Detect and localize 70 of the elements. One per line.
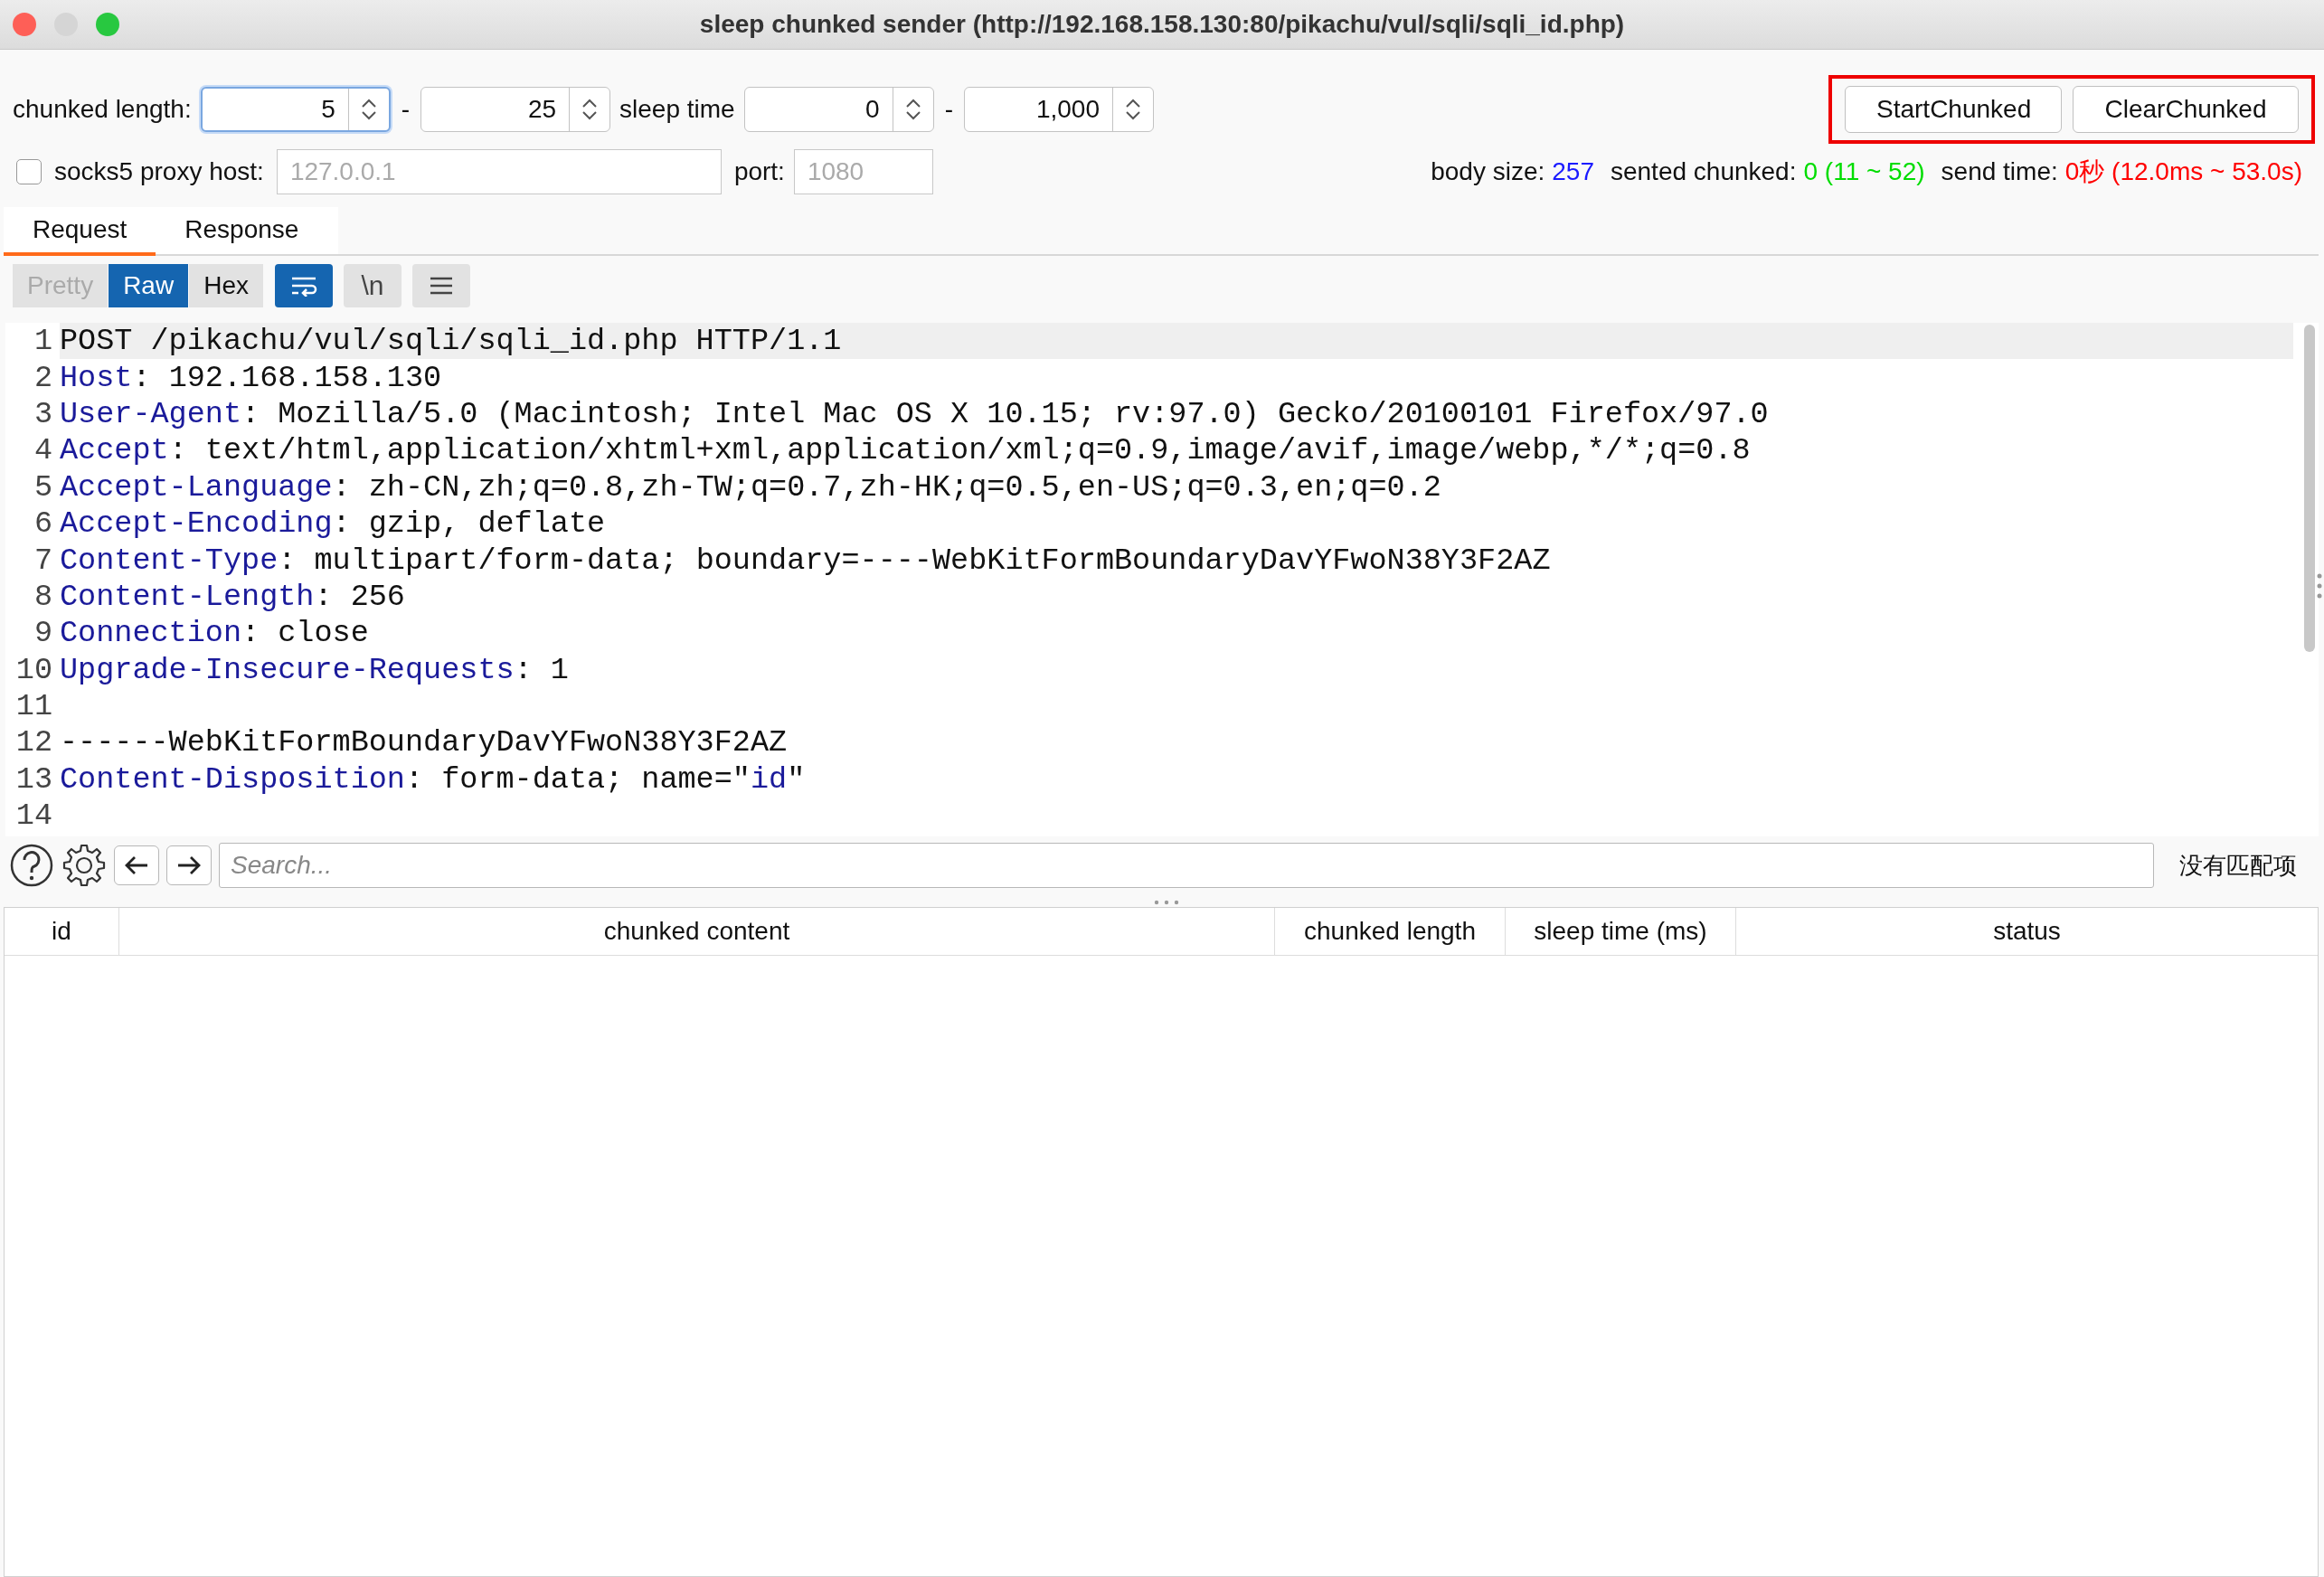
- stat-value: 0 (11 ~ 52): [1803, 157, 1925, 186]
- code-line: Accept-Encoding: gzip, deflate: [60, 506, 606, 542]
- view-mode-tab[interactable]: Raw: [109, 264, 190, 307]
- help-icon[interactable]: [9, 843, 54, 888]
- line-number: 14: [14, 798, 53, 834]
- line-number: 10: [14, 652, 53, 687]
- code-line: Upgrade-Insecure-Requests: 1: [60, 652, 569, 687]
- range-separator: -: [944, 95, 953, 124]
- action-button[interactable]: StartChunked: [1845, 86, 2062, 133]
- resize-handle-icon[interactable]: [2317, 572, 2322, 600]
- menu-icon[interactable]: [411, 264, 470, 307]
- spinner-field[interactable]: 1,000: [964, 87, 1154, 132]
- line-number: 13: [14, 761, 53, 797]
- search-result-text: 没有匹配项: [2179, 850, 2297, 881]
- spinner-field[interactable]: 0: [743, 87, 934, 132]
- code-line: Content-Length: 256: [60, 579, 405, 614]
- column-header[interactable]: sleep time (ms): [1506, 908, 1736, 955]
- code-line: Host: 192.168.158.130: [60, 360, 442, 395]
- line-number: 11: [14, 689, 53, 724]
- proxy-host-field[interactable]: 127.0.0.1: [276, 149, 722, 194]
- settings-icon[interactable]: [61, 843, 107, 888]
- sleep-time-label: sleep time: [619, 95, 735, 124]
- newline-toggle[interactable]: \n: [343, 264, 402, 307]
- code-line: POST /pikachu/vul/sqli/sqli_id.php HTTP/1.1: [60, 324, 842, 359]
- stat-value: 0秒 (12.0ms ~ 53.0s): [2064, 156, 2302, 187]
- line-number: 4: [33, 433, 53, 468]
- right-arrow-icon: [176, 855, 201, 875]
- code-line: Connection: close: [60, 616, 369, 651]
- stat-label: sented chunked:: [1610, 157, 1797, 186]
- code-line: Accept-Language: zh-CN,zh;q=0.8,zh-TW;q=0.7,zh-HK;q=0.5,en-US;q=0.3,en;q=0.2: [60, 469, 1441, 505]
- range-separator: -: [401, 95, 411, 124]
- column-header[interactable]: chunked length: [1275, 908, 1506, 955]
- search-field[interactable]: Search...: [219, 843, 2154, 888]
- forward-button[interactable]: [166, 845, 212, 885]
- line-number: 6: [33, 506, 53, 542]
- proxy-host-label: socks5 proxy host:: [54, 157, 264, 186]
- window-title: sleep chunked sender (http://192.168.158.130:80/pikachu/vul/sqli/sqli_id.php): [699, 10, 1625, 39]
- line-number: 7: [33, 543, 53, 578]
- spinner-field[interactable]: 5: [200, 87, 391, 132]
- word-wrap-icon[interactable]: [274, 264, 333, 307]
- code-line: ------WebKitFormBoundaryDavYFwoN38Y3F2AZ: [60, 725, 788, 760]
- code-line: User-Agent: Mozilla/5.0 (Macintosh; Intel Mac OS X 10.15; rv:97.0) Gecko/20100101 Firefox/97.0: [60, 396, 1769, 431]
- line-number: 12: [14, 725, 53, 760]
- line-number: 9: [33, 616, 53, 651]
- port-field[interactable]: 1080: [793, 149, 933, 194]
- line-number: 3: [33, 396, 53, 431]
- line-number: 5: [33, 469, 53, 505]
- scrollbar-thumb[interactable]: [2304, 325, 2315, 652]
- line-number: 8: [33, 579, 53, 614]
- chunked-length-label: chunked length:: [13, 95, 192, 124]
- left-arrow-icon: [125, 855, 149, 875]
- line-number: 1: [33, 324, 53, 359]
- checkbox[interactable]: [16, 159, 42, 184]
- spinner-field[interactable]: 25: [420, 87, 611, 132]
- stat-value: 257: [1552, 157, 1594, 186]
- stat-label: body size:: [1431, 157, 1545, 186]
- line-number: 2: [33, 360, 53, 395]
- port-label: port:: [733, 157, 785, 186]
- tab[interactable]: Response: [156, 207, 328, 256]
- column-header[interactable]: chunked content: [119, 908, 1275, 955]
- back-button[interactable]: [114, 845, 159, 885]
- code-line: Content-Disposition: form-data; name="id": [60, 761, 806, 797]
- view-mode-tab[interactable]: Hex: [189, 264, 264, 307]
- code-line: Accept: text/html,application/xhtml+xml,application/xml;q=0.9,image/avif,image/webp,*/*;q=0.8: [60, 433, 1751, 468]
- stat-label: send time:: [1941, 157, 2058, 186]
- tab[interactable]: Request: [4, 207, 156, 256]
- action-button[interactable]: ClearChunked: [2073, 86, 2299, 133]
- column-header[interactable]: id: [5, 908, 119, 955]
- column-header[interactable]: status: [1736, 908, 2318, 955]
- code-line: Content-Type: multipart/form-data; boundary=----WebKitFormBoundaryDavYFwoN38Y3F2AZ: [60, 543, 1551, 578]
